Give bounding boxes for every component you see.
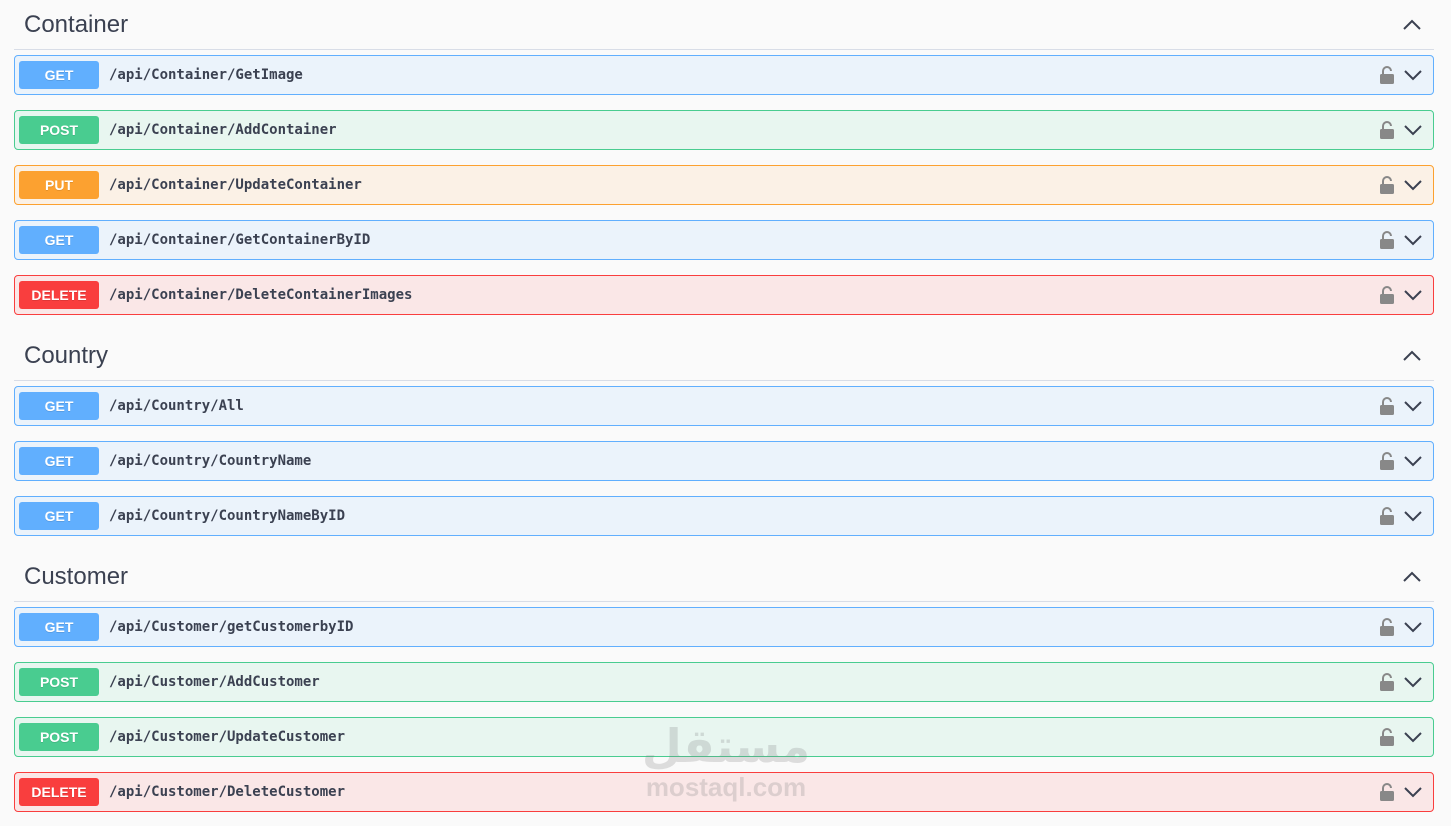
chevron-down-icon[interactable] (1403, 69, 1423, 81)
operation-path: /api/Country/CountryNameByID (109, 508, 346, 524)
lock-icon[interactable] (1379, 673, 1395, 691)
lock-icon[interactable] (1379, 286, 1395, 304)
chevron-down-icon[interactable] (1403, 124, 1423, 136)
lock-icon[interactable] (1379, 121, 1395, 139)
method-badge: PUT (19, 171, 99, 199)
operation-delete-deletecontainerimages[interactable]: DELETE /api/Container/DeleteContainerIma… (14, 275, 1434, 315)
operation-post-addcustomer[interactable]: POST /api/Customer/AddCustomer (14, 662, 1434, 702)
operation-path: /api/Container/UpdateContainer (109, 177, 362, 193)
section-container: Container GET /api/Container/GetImage PO… (14, 0, 1434, 315)
chevron-down-icon[interactable] (1403, 621, 1423, 633)
method-badge: GET (19, 447, 99, 475)
chevron-up-icon[interactable] (1400, 344, 1424, 368)
chevron-down-icon[interactable] (1403, 179, 1423, 191)
lock-icon[interactable] (1379, 783, 1395, 801)
method-badge: GET (19, 226, 99, 254)
section-header-container[interactable]: Container (14, 0, 1434, 50)
chevron-down-icon[interactable] (1403, 455, 1423, 467)
chevron-down-icon[interactable] (1403, 289, 1423, 301)
operation-get-countrynamebyid[interactable]: GET /api/Country/CountryNameByID (14, 496, 1434, 536)
operation-path: /api/Customer/getCustomerbyID (109, 619, 354, 635)
chevron-down-icon[interactable] (1403, 510, 1423, 522)
method-badge: DELETE (19, 778, 99, 806)
chevron-up-icon[interactable] (1400, 565, 1424, 589)
section-title: Customer (24, 562, 129, 590)
operation-get-countryname[interactable]: GET /api/Country/CountryName (14, 441, 1434, 481)
operation-get-getcustomerbyid[interactable]: GET /api/Customer/getCustomerbyID (14, 607, 1434, 647)
method-badge: POST (19, 668, 99, 696)
lock-icon[interactable] (1379, 507, 1395, 525)
chevron-down-icon[interactable] (1403, 676, 1423, 688)
lock-icon[interactable] (1379, 728, 1395, 746)
section-header-country[interactable]: Country (14, 331, 1434, 381)
operation-get-getcontainerbyid[interactable]: GET /api/Container/GetContainerByID (14, 220, 1434, 260)
method-badge: GET (19, 392, 99, 420)
section-country: Country GET /api/Country/All GET /api/Co… (14, 331, 1434, 536)
lock-icon[interactable] (1379, 397, 1395, 415)
operation-path: /api/Country/All (109, 398, 244, 414)
chevron-down-icon[interactable] (1403, 234, 1423, 246)
chevron-down-icon[interactable] (1403, 731, 1423, 743)
method-badge: GET (19, 502, 99, 530)
operation-get-all[interactable]: GET /api/Country/All (14, 386, 1434, 426)
section-title: Country (24, 341, 109, 369)
chevron-up-icon[interactable] (1400, 13, 1424, 37)
operation-delete-deletecustomer[interactable]: DELETE /api/Customer/DeleteCustomer (14, 772, 1434, 812)
operation-path: /api/Container/DeleteContainerImages (109, 287, 413, 303)
operation-path: /api/Container/AddContainer (109, 122, 337, 138)
lock-icon[interactable] (1379, 618, 1395, 636)
operation-path: /api/Container/GetContainerByID (109, 232, 371, 248)
operation-path: /api/Customer/DeleteCustomer (109, 784, 346, 800)
lock-icon[interactable] (1379, 66, 1395, 84)
chevron-down-icon[interactable] (1403, 400, 1423, 412)
operation-post-updatecustomer[interactable]: POST /api/Customer/UpdateCustomer (14, 717, 1434, 757)
section-customer: Customer GET /api/Customer/getCustomerby… (14, 552, 1434, 812)
chevron-down-icon[interactable] (1403, 786, 1423, 798)
operation-put-updatecontainer[interactable]: PUT /api/Container/UpdateContainer (14, 165, 1434, 205)
operation-path: /api/Container/GetImage (109, 67, 303, 83)
method-badge: POST (19, 723, 99, 751)
section-title: Container (24, 10, 129, 38)
method-badge: GET (19, 613, 99, 641)
lock-icon[interactable] (1379, 176, 1395, 194)
method-badge: GET (19, 61, 99, 89)
method-badge: POST (19, 116, 99, 144)
operation-get-getimage[interactable]: GET /api/Container/GetImage (14, 55, 1434, 95)
lock-icon[interactable] (1379, 452, 1395, 470)
lock-icon[interactable] (1379, 231, 1395, 249)
operation-path: /api/Customer/UpdateCustomer (109, 729, 346, 745)
operation-path: /api/Customer/AddCustomer (109, 674, 320, 690)
section-header-customer[interactable]: Customer (14, 552, 1434, 602)
method-badge: DELETE (19, 281, 99, 309)
operation-path: /api/Country/CountryName (109, 453, 312, 469)
operation-post-addcontainer[interactable]: POST /api/Container/AddContainer (14, 110, 1434, 150)
